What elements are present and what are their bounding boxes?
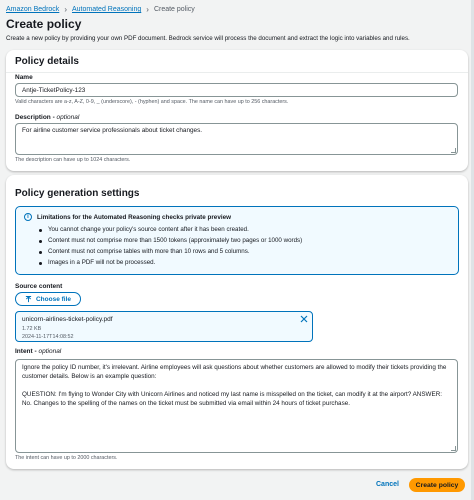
breadcrumb-current: Create policy xyxy=(153,6,195,13)
list-item: Content must not comprise tables with mo… xyxy=(38,248,302,259)
intent-paragraph: QUESTION: I'm flying to Wonder City with… xyxy=(22,391,442,407)
chevron-right-icon: › xyxy=(64,5,67,14)
choose-file-label: Choose file xyxy=(35,295,72,303)
close-icon[interactable] xyxy=(300,315,308,323)
info-circle-icon: i xyxy=(24,213,32,221)
breadcrumb-link-automated-reasoning[interactable]: Automated Reasoning xyxy=(72,6,141,13)
list-item: Content must not comprise more than 1500… xyxy=(38,237,302,248)
source-content-label: Source content xyxy=(15,283,63,290)
alert-title: Limitations for the Automated Reasoning … xyxy=(37,214,231,221)
name-hint: Valid characters are a-z, A-Z, 0-9, _ (u… xyxy=(15,99,289,105)
file-size: 1.72 KB xyxy=(22,326,42,332)
description-label: Description - optional xyxy=(15,114,80,121)
policy-generation-panel: Policy generation settings i Limitations… xyxy=(6,175,468,469)
file-name: unicorn-airlines-ticket-policy.pdf xyxy=(22,316,113,323)
upload-icon xyxy=(25,295,32,302)
list-item: You cannot change your policy's source c… xyxy=(38,226,302,237)
resize-handle-icon[interactable] xyxy=(451,446,456,451)
selected-file-card: unicorn-airlines-ticket-policy.pdf 1.72 … xyxy=(15,311,313,342)
policy-generation-title: Policy generation settings xyxy=(15,188,140,199)
description-textarea[interactable]: For airline customer service professiona… xyxy=(15,123,458,155)
breadcrumb: Amazon Bedrock › Automated Reasoning › C… xyxy=(6,5,195,14)
description-hint: The description can have up to 1024 char… xyxy=(15,157,131,163)
intent-hint: The intent can have up to 2000 character… xyxy=(15,455,118,461)
name-label: Name xyxy=(15,74,33,81)
name-input[interactable]: Antje-TicketPolicy-123 xyxy=(15,83,458,97)
policy-details-panel: Policy details Name Antje-TicketPolicy-1… xyxy=(6,50,468,171)
intent-label: Intent - optional xyxy=(15,348,62,355)
description-value: For airline customer service professiona… xyxy=(22,127,203,134)
divider xyxy=(6,72,468,73)
cancel-button[interactable]: Cancel xyxy=(376,481,399,488)
list-item: Images in a PDF will not be processed. xyxy=(38,259,302,270)
limitations-alert: i Limitations for the Automated Reasonin… xyxy=(15,206,459,275)
file-date: 2024-11-17T14:08:52 xyxy=(22,334,74,340)
chevron-right-icon: › xyxy=(146,5,149,14)
resize-handle-icon[interactable] xyxy=(451,148,456,153)
page-title: Create policy xyxy=(6,17,82,31)
breadcrumb-link-bedrock[interactable]: Amazon Bedrock xyxy=(6,6,59,13)
limitations-list: You cannot change your policy's source c… xyxy=(38,226,302,270)
choose-file-button[interactable]: Choose file xyxy=(15,292,81,306)
policy-details-title: Policy details xyxy=(15,56,79,67)
create-policy-button[interactable]: Create policy xyxy=(409,478,465,492)
page-description: Create a new policy by providing your ow… xyxy=(6,35,410,42)
intent-textarea[interactable]: Ignore the policy ID number, it's irrele… xyxy=(15,359,458,453)
intent-paragraph: Ignore the policy ID number, it's irrele… xyxy=(22,364,447,380)
